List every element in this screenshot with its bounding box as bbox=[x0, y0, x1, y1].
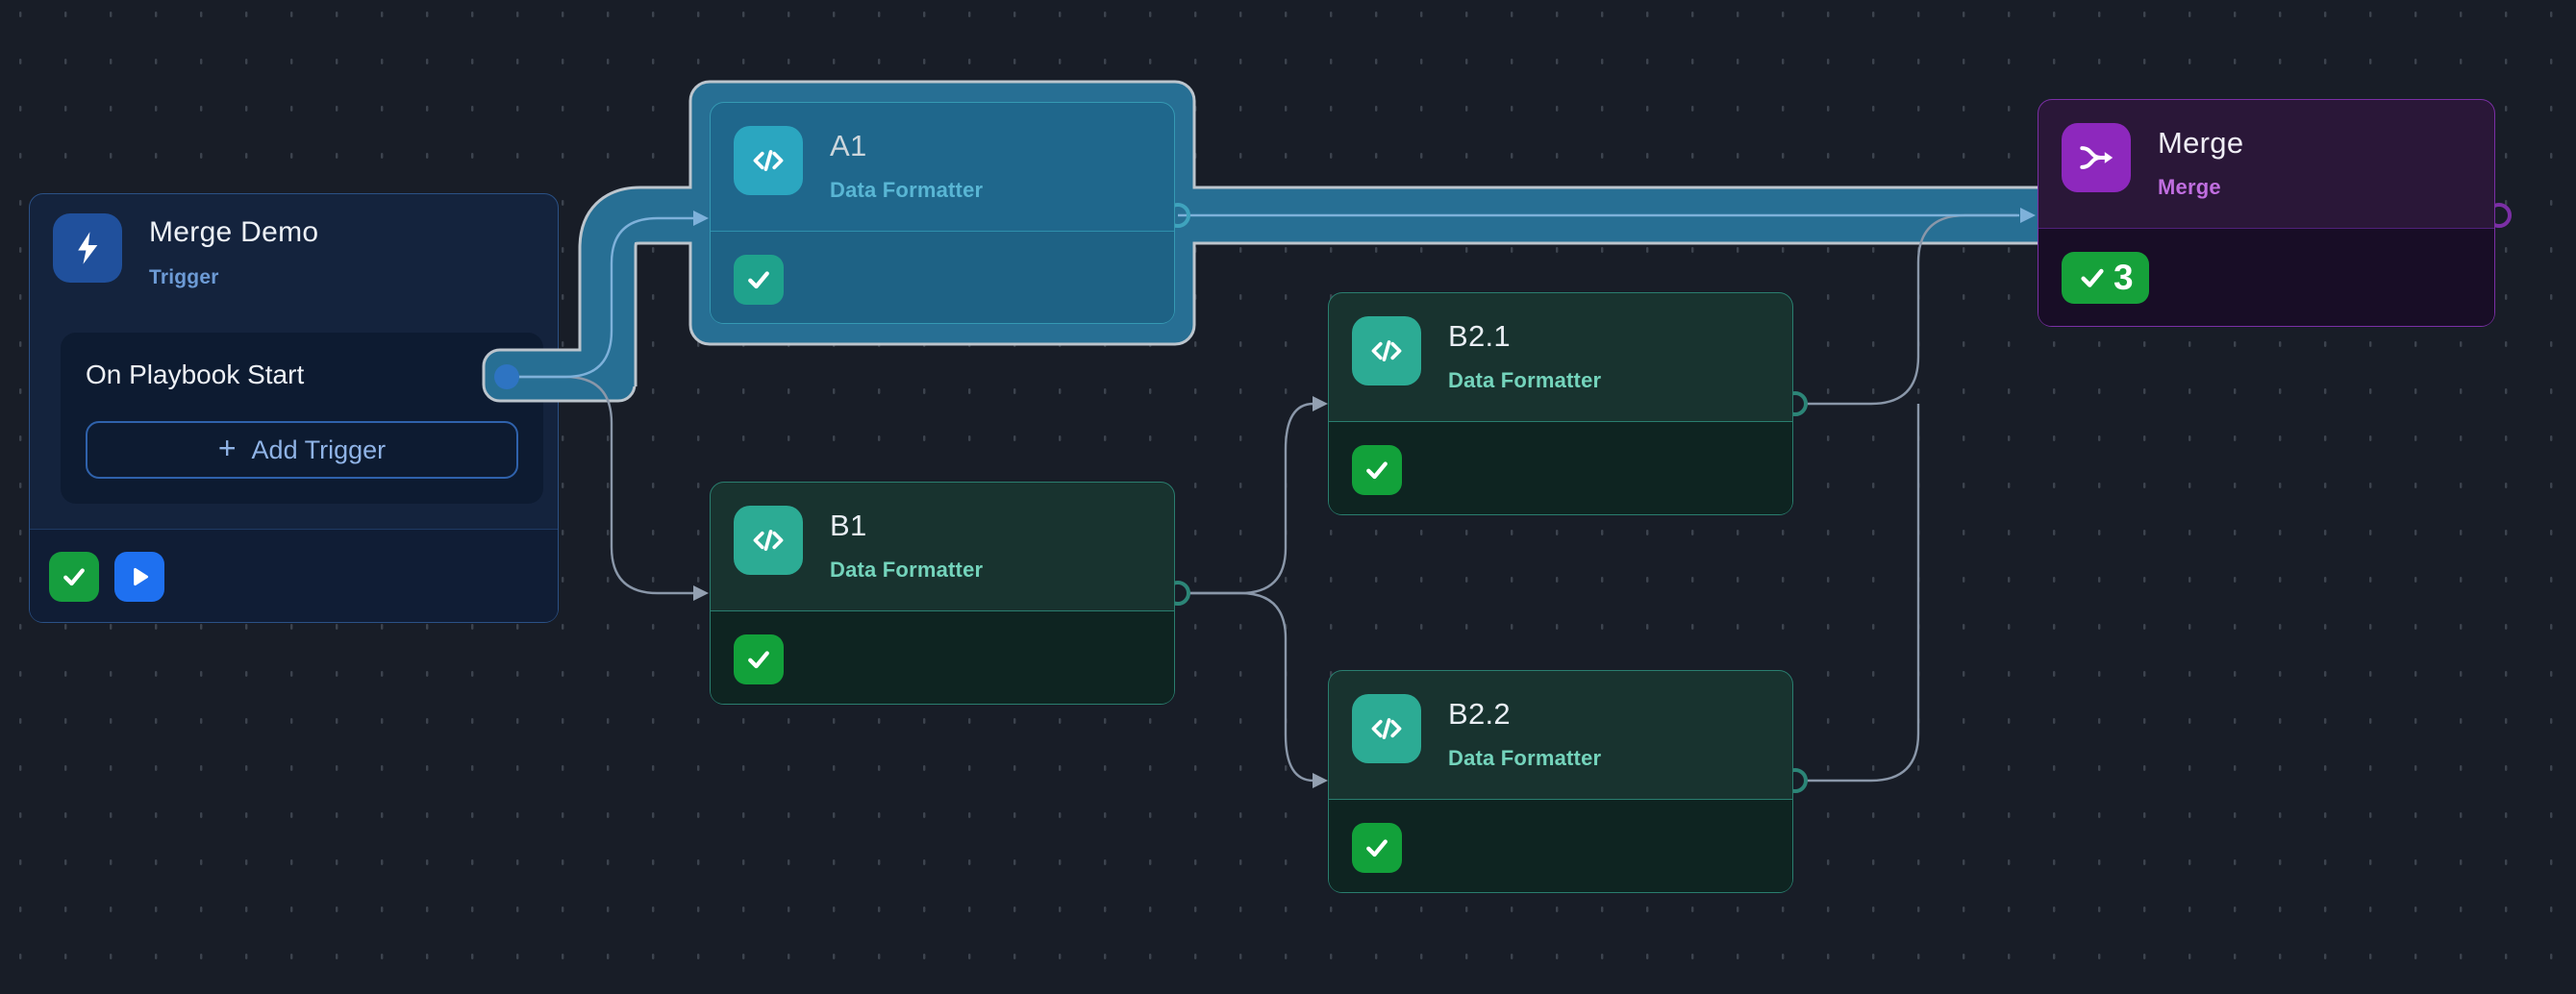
check-icon bbox=[1363, 833, 1391, 862]
merge-icon bbox=[2062, 123, 2131, 192]
a1-footer bbox=[711, 231, 1174, 323]
node-title: B2.1 bbox=[1448, 319, 1511, 354]
node-b21-card[interactable]: B2.1 Data Formatter bbox=[1328, 292, 1793, 515]
b22-footer bbox=[1329, 799, 1792, 892]
b21-header: B2.1 Data Formatter bbox=[1329, 293, 1792, 421]
node-subtitle: Data Formatter bbox=[1448, 368, 1601, 393]
highlight-band-border bbox=[608, 215, 706, 386]
code-icon bbox=[734, 126, 803, 195]
trigger-header: Merge Demo Trigger bbox=[30, 194, 558, 322]
b21-footer bbox=[1329, 421, 1792, 514]
arrow-into-a1 bbox=[693, 211, 709, 226]
trigger-item-label[interactable]: On Playbook Start bbox=[86, 360, 304, 390]
plus-icon: + bbox=[218, 431, 237, 466]
node-a1-card[interactable]: A1 Data Formatter bbox=[710, 102, 1175, 324]
arrow-into-b1 bbox=[693, 585, 709, 601]
edge-b21-to-merge bbox=[1795, 215, 2017, 404]
arrow-into-merge bbox=[2020, 208, 2036, 223]
lightning-bolt-icon bbox=[53, 213, 122, 283]
success-count: 3 bbox=[2113, 258, 2134, 298]
node-title: B1 bbox=[830, 509, 867, 543]
check-icon bbox=[744, 265, 773, 294]
success-status-badge[interactable] bbox=[49, 552, 99, 602]
node-b22-card[interactable]: B2.2 Data Formatter bbox=[1328, 670, 1793, 893]
success-status-badge[interactable] bbox=[1352, 445, 1402, 495]
add-trigger-label: Add Trigger bbox=[252, 435, 387, 465]
play-icon bbox=[126, 563, 153, 590]
trigger-output-port[interactable] bbox=[494, 364, 519, 389]
check-icon bbox=[744, 645, 773, 674]
edge-b1-to-b22 bbox=[1178, 593, 1313, 781]
check-icon bbox=[60, 562, 88, 591]
node-title: B2.2 bbox=[1448, 697, 1511, 732]
code-icon bbox=[1352, 694, 1421, 763]
arrow-into-b22 bbox=[1313, 773, 1328, 788]
node-subtitle: Data Formatter bbox=[1448, 746, 1601, 771]
trigger-list-panel[interactable]: On Playbook Start + Add Trigger bbox=[61, 333, 543, 504]
code-icon bbox=[734, 506, 803, 575]
node-subtitle: Data Formatter bbox=[830, 178, 983, 203]
merge-footer: 3 bbox=[2038, 228, 2494, 326]
a1-header: A1 Data Formatter bbox=[711, 103, 1174, 231]
run-playbook-badge[interactable] bbox=[114, 552, 164, 602]
node-b1-card[interactable]: B1 Data Formatter bbox=[710, 482, 1175, 705]
edge-b22-to-merge bbox=[1795, 404, 1918, 781]
success-status-badge[interactable] bbox=[734, 634, 784, 684]
edge-b1-to-b21 bbox=[1178, 404, 1313, 593]
node-merge-card[interactable]: Merge Merge 3 bbox=[2038, 99, 2495, 327]
code-icon bbox=[1352, 316, 1421, 385]
add-trigger-button[interactable]: + Add Trigger bbox=[86, 421, 518, 479]
node-subtitle: Data Formatter bbox=[830, 558, 983, 583]
highlight-band bbox=[608, 215, 706, 386]
b22-header: B2.2 Data Formatter bbox=[1329, 671, 1792, 799]
playbook-canvas[interactable]: Merge Demo Trigger On Playbook Start + A… bbox=[0, 0, 2576, 994]
node-trigger-card[interactable]: Merge Demo Trigger On Playbook Start + A… bbox=[29, 193, 559, 623]
check-icon bbox=[1363, 456, 1391, 485]
node-subtitle: Merge bbox=[2158, 175, 2221, 200]
success-status-badge[interactable] bbox=[1352, 823, 1402, 873]
arrow-into-b21 bbox=[1313, 396, 1328, 411]
check-icon bbox=[2077, 262, 2108, 293]
success-status-badge[interactable] bbox=[734, 255, 784, 305]
trigger-footer bbox=[30, 529, 558, 622]
merge-header: Merge Merge bbox=[2038, 100, 2494, 228]
success-count-badge[interactable]: 3 bbox=[2062, 252, 2149, 304]
b1-footer bbox=[711, 610, 1174, 704]
node-title: Merge Demo bbox=[149, 216, 318, 249]
node-subtitle: Trigger bbox=[149, 266, 219, 289]
node-title: A1 bbox=[830, 129, 867, 163]
node-title: Merge bbox=[2158, 126, 2243, 161]
b1-header: B1 Data Formatter bbox=[711, 483, 1174, 610]
